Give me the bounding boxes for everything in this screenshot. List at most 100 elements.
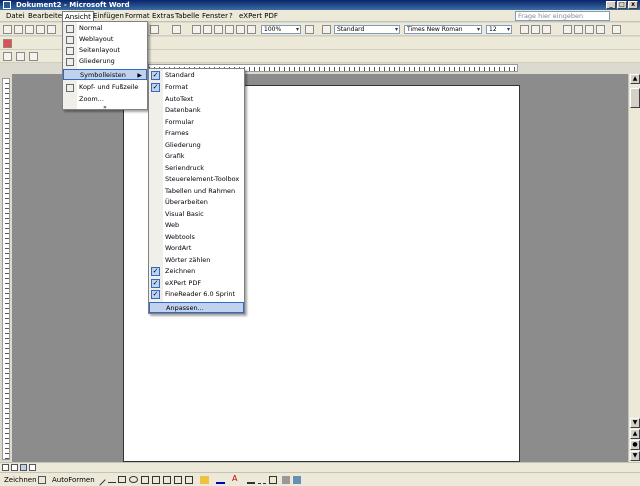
- toolbar-item-expert-pdf[interactable]: ✓ eXPert PDF: [149, 278, 244, 289]
- menu-ansicht[interactable]: Ansicht: [62, 11, 94, 21]
- menu-help[interactable]: ?: [227, 11, 235, 21]
- save-icon[interactable]: [25, 25, 34, 34]
- toolbar-item-frames[interactable]: Frames: [149, 128, 244, 139]
- finereader-scan-icon[interactable]: [3, 52, 12, 61]
- prev-page-icon[interactable]: ▲: [630, 429, 640, 439]
- bold-icon[interactable]: [520, 25, 529, 34]
- justify-icon[interactable]: [596, 25, 605, 34]
- line-style-icon[interactable]: [247, 476, 255, 484]
- ansicht-item-normal[interactable]: Normal: [63, 23, 147, 34]
- shadow-icon[interactable]: [282, 476, 290, 484]
- toolbar-item-grafik[interactable]: Grafik: [149, 151, 244, 162]
- scroll-thumb[interactable]: [630, 88, 640, 108]
- font-size-select[interactable]: 12: [486, 25, 512, 34]
- toolbar-item-anpassen[interactable]: Anpassen...: [149, 302, 244, 313]
- select-objects-icon[interactable]: [38, 476, 46, 484]
- finereader-open-icon[interactable]: [16, 52, 25, 61]
- columns-icon[interactable]: [236, 25, 245, 34]
- ansicht-item-kopf-fusszeile[interactable]: Kopf- und Fußzeile: [63, 82, 147, 93]
- help-search-input[interactable]: Frage hier eingeben: [515, 11, 610, 21]
- rectangle-icon[interactable]: [118, 476, 126, 483]
- open-folder-icon[interactable]: [14, 25, 23, 34]
- toolbar-item-datenbank[interactable]: Datenbank: [149, 105, 244, 116]
- browse-object-icon[interactable]: ●: [630, 440, 640, 450]
- toolbar-item-web[interactable]: Web: [149, 220, 244, 231]
- toolbar-item-standard[interactable]: ✓ Standard: [149, 70, 244, 81]
- help-icon[interactable]: [305, 25, 314, 34]
- line-icon[interactable]: [94, 474, 106, 486]
- toolbar-item-visual-basic[interactable]: Visual Basic: [149, 209, 244, 220]
- insert-excel-icon[interactable]: [225, 25, 234, 34]
- vertical-ruler[interactable]: [2, 78, 10, 460]
- arrow-style-icon[interactable]: [269, 476, 277, 484]
- toolbar-item-finereader[interactable]: ✓ FineReader 6.0 Sprint: [149, 289, 244, 300]
- toolbar-item-ueberarbeiten[interactable]: Überarbeiten: [149, 197, 244, 208]
- zeichnen-menu[interactable]: Zeichnen: [4, 476, 37, 484]
- fill-color-icon[interactable]: [200, 476, 209, 484]
- wordart-icon[interactable]: [152, 476, 160, 484]
- permission-icon[interactable]: [36, 25, 45, 34]
- next-page-icon[interactable]: ▼: [630, 451, 640, 461]
- toolbar-item-autotext[interactable]: AutoText: [149, 94, 244, 105]
- drawing-icon[interactable]: [247, 25, 256, 34]
- menu-tabelle[interactable]: Tabelle: [173, 11, 201, 21]
- close-button[interactable]: x: [628, 1, 638, 9]
- ansicht-item-seitenlayout[interactable]: Seitenlayout: [63, 45, 147, 56]
- scroll-up-icon[interactable]: ▲: [630, 74, 640, 84]
- scroll-down-icon[interactable]: ▼: [630, 418, 640, 428]
- web-layout-view-icon[interactable]: [11, 464, 18, 471]
- toolbar-item-steuerelement-toolbox[interactable]: Steuerelement-Toolbox: [149, 174, 244, 185]
- menu-format[interactable]: Format: [123, 11, 152, 21]
- print-layout-view-icon[interactable]: [20, 464, 27, 471]
- arrow-icon[interactable]: [108, 477, 116, 483]
- toolbar-item-webtools[interactable]: Webtools: [149, 232, 244, 243]
- style-select[interactable]: Standard: [334, 25, 400, 34]
- clipart-icon[interactable]: [174, 476, 182, 484]
- horizontal-scrollbar[interactable]: [0, 462, 640, 472]
- minimize-button[interactable]: _: [606, 1, 616, 9]
- finereader-options-icon[interactable]: [29, 52, 38, 61]
- insert-table-icon[interactable]: [214, 25, 223, 34]
- menu-fenster[interactable]: Fenster: [200, 11, 230, 21]
- toolbar-item-wordart[interactable]: WordArt: [149, 243, 244, 254]
- toolbar-item-zeichnen[interactable]: ✓ Zeichnen: [149, 266, 244, 277]
- italic-icon[interactable]: [531, 25, 540, 34]
- toolbar-item-format[interactable]: ✓ Format: [149, 82, 244, 93]
- align-left-icon[interactable]: [563, 25, 572, 34]
- hyperlink-icon[interactable]: [192, 25, 201, 34]
- ansicht-item-symbolleisten[interactable]: Symbolleisten ▶: [63, 69, 147, 80]
- expand-menu-icon[interactable]: »: [63, 104, 147, 111]
- zoom-select[interactable]: 100%: [261, 25, 301, 34]
- toolbar-item-gliederung[interactable]: Gliederung: [149, 140, 244, 151]
- autoformen-menu[interactable]: AutoFormen: [52, 476, 95, 484]
- toolbar-item-seriendruck[interactable]: Seriendruck: [149, 163, 244, 174]
- maximize-button[interactable]: □: [617, 1, 627, 9]
- align-center-icon[interactable]: [574, 25, 583, 34]
- font-select[interactable]: Times New Roman: [404, 25, 482, 34]
- styles-pane-icon[interactable]: [322, 25, 331, 34]
- line-color-icon[interactable]: [216, 476, 225, 484]
- toolbar-item-formular[interactable]: Formular: [149, 117, 244, 128]
- normal-view-icon[interactable]: [2, 464, 9, 471]
- diagram-icon[interactable]: [163, 476, 171, 484]
- undo-icon[interactable]: [150, 25, 159, 34]
- toolbar-item-woerter-zaehlen[interactable]: Wörter zählen: [149, 255, 244, 266]
- redo-icon[interactable]: [172, 25, 181, 34]
- ansicht-item-weblayout[interactable]: Weblayout: [63, 34, 147, 45]
- pdf-convert-icon[interactable]: [3, 39, 12, 48]
- toolbar-item-tabellen-rahmen[interactable]: Tabellen und Rahmen: [149, 186, 244, 197]
- line-spacing-icon[interactable]: [612, 25, 621, 34]
- font-color-icon[interactable]: A: [232, 475, 241, 484]
- menu-einfuegen[interactable]: Einfügen: [91, 11, 126, 21]
- new-document-icon[interactable]: [3, 25, 12, 34]
- menu-expert-pdf[interactable]: eXPert PDF: [237, 11, 280, 21]
- ansicht-item-gliederung[interactable]: Gliederung: [63, 56, 147, 67]
- underline-icon[interactable]: [542, 25, 551, 34]
- align-right-icon[interactable]: [585, 25, 594, 34]
- dash-style-icon[interactable]: [258, 476, 266, 484]
- outline-view-icon[interactable]: [29, 464, 36, 471]
- menu-datei[interactable]: Datei: [4, 11, 27, 21]
- oval-icon[interactable]: [129, 476, 138, 483]
- 3d-icon[interactable]: [293, 476, 301, 484]
- mail-icon[interactable]: [47, 25, 56, 34]
